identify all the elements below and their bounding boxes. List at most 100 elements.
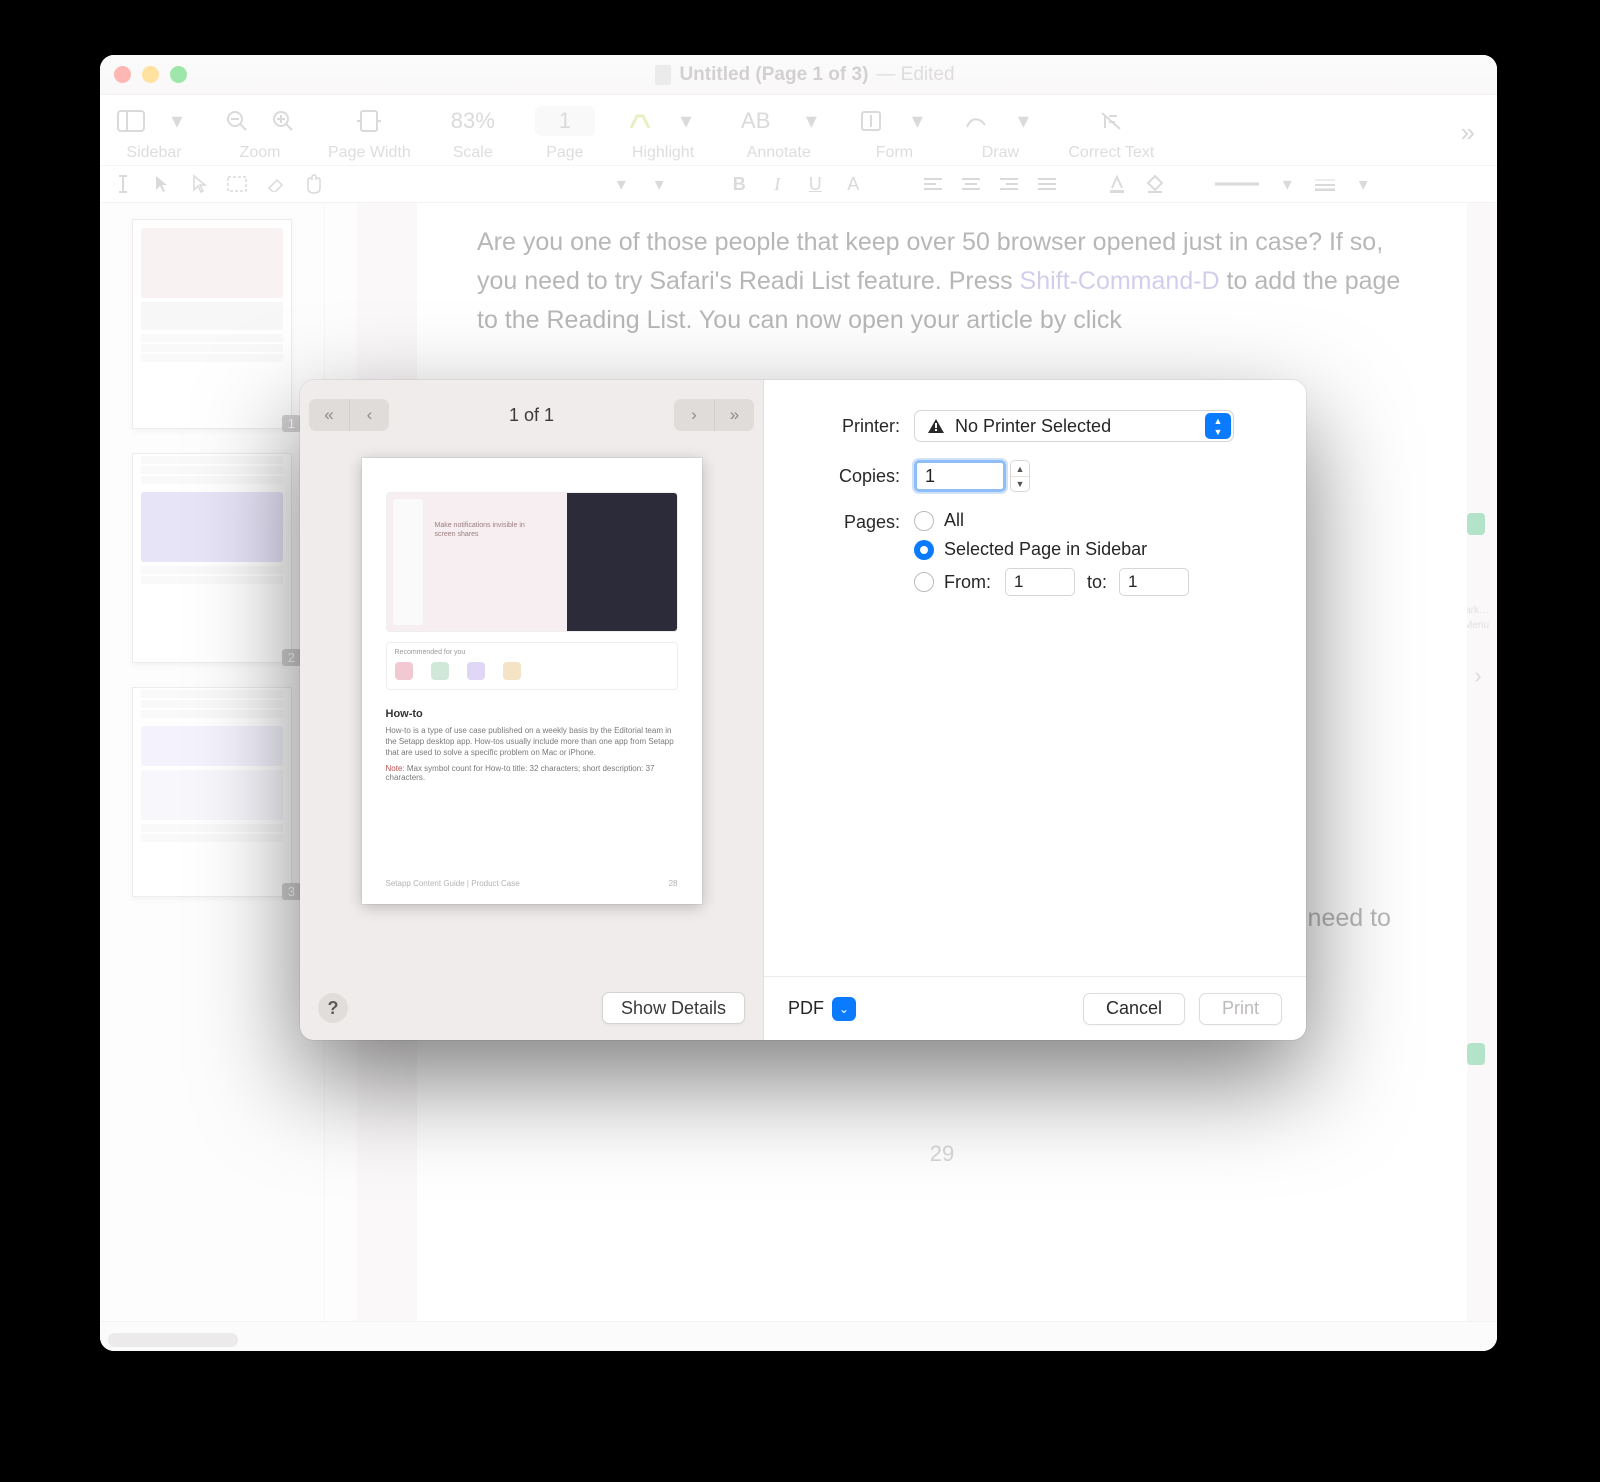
- thumb-pagenum: 3: [282, 883, 301, 900]
- pages-selected-option[interactable]: Selected Page in Sidebar: [914, 539, 1270, 560]
- cancel-button[interactable]: Cancel: [1083, 993, 1185, 1025]
- help-button[interactable]: ?: [318, 993, 348, 1023]
- print-preview-panel: « ‹ 1 of 1 › » Make notifications invisi…: [300, 380, 764, 1040]
- fullscreen-window-icon[interactable]: [170, 66, 187, 83]
- bold-icon[interactable]: B: [726, 171, 752, 197]
- annotate-label: Annotate: [747, 144, 811, 162]
- preview-page-indicator: 1 of 1: [509, 405, 554, 426]
- overflow-icon[interactable]: »: [1461, 117, 1481, 148]
- preview-footer: Setapp Content Guide | Product Case 28: [386, 879, 678, 888]
- correct-group[interactable]: Correct Text: [1068, 102, 1154, 162]
- radio-icon: [914, 572, 934, 592]
- document-icon: [655, 65, 671, 85]
- pagewidth-label: Page Width: [328, 144, 411, 162]
- font-icon[interactable]: A: [840, 171, 866, 197]
- pages-label: Pages:: [800, 510, 900, 533]
- form-group[interactable]: ▾ Form: [856, 102, 932, 162]
- eraser-icon[interactable]: [262, 171, 288, 197]
- pointer-outline-icon[interactable]: [186, 171, 212, 197]
- chevron-down-icon[interactable]: ▾: [1274, 171, 1300, 197]
- horizontal-scrollbar[interactable]: [108, 1333, 238, 1347]
- annotate-icon: AB: [731, 108, 780, 134]
- print-button[interactable]: Print: [1199, 993, 1282, 1025]
- zoom-in-icon[interactable]: [268, 106, 298, 136]
- correct-label: Correct Text: [1068, 144, 1154, 162]
- accent-marker: [1467, 1043, 1485, 1065]
- minimize-window-icon[interactable]: [142, 66, 159, 83]
- underline-icon[interactable]: U: [802, 171, 828, 197]
- zoom-out-icon[interactable]: [222, 106, 252, 136]
- pages-from-input[interactable]: [1005, 568, 1075, 596]
- sidebar-label: Sidebar: [126, 144, 181, 162]
- stepper-down-icon[interactable]: ▼: [1011, 476, 1029, 491]
- dropdown-icon[interactable]: ▾: [608, 171, 634, 197]
- preview-heading: How-to: [386, 708, 678, 720]
- format-toolbar: ▾ ▾ B I U A ▾ ▾: [100, 165, 1497, 203]
- title-text: Untitled (Page 1 of 3): [679, 64, 868, 86]
- prev-page-button[interactable]: ‹: [349, 399, 389, 431]
- pages-to-label: to:: [1087, 572, 1107, 593]
- thumb-pagenum: 2: [282, 649, 301, 666]
- pages-to-input[interactable]: [1119, 568, 1189, 596]
- next-page-button[interactable]: ›: [674, 399, 714, 431]
- chevron-down-icon: ▾: [671, 106, 701, 136]
- thumbnail-sidebar: 1 2 3: [100, 203, 325, 1351]
- preview-nav-forward: › »: [674, 399, 754, 431]
- zoom-label: Zoom: [240, 144, 281, 162]
- pages-from-label: From:: [944, 572, 991, 593]
- annotate-group[interactable]: AB▾ Annotate: [731, 102, 826, 162]
- fill-color-icon[interactable]: [1142, 171, 1168, 197]
- copies-stepper[interactable]: ▲ ▼: [1010, 460, 1030, 492]
- pagewidth-icon: [354, 106, 384, 136]
- sidebar-icon: [116, 106, 146, 136]
- dropdown-icon[interactable]: ▾: [646, 171, 672, 197]
- marquee-icon[interactable]: [224, 171, 250, 197]
- preview-nav-back: « ‹: [309, 399, 389, 431]
- line-style-icon[interactable]: [1212, 171, 1262, 197]
- pdf-menu[interactable]: PDF ⌄: [788, 997, 856, 1021]
- printer-select[interactable]: No Printer Selected ▲▼: [914, 410, 1234, 442]
- zoom-group[interactable]: Zoom: [222, 102, 298, 162]
- warning-icon: [927, 418, 945, 434]
- radio-icon: [914, 511, 934, 531]
- stepper-up-icon[interactable]: ▲: [1011, 461, 1029, 476]
- pointer-icon[interactable]: [148, 171, 174, 197]
- pagewidth-group[interactable]: Page Width: [328, 102, 411, 162]
- italic-icon[interactable]: I: [764, 171, 790, 197]
- first-page-button[interactable]: «: [309, 399, 349, 431]
- page-thumbnail[interactable]: 2: [132, 453, 292, 663]
- radio-checked-icon: [914, 540, 934, 560]
- draw-group[interactable]: ▾ Draw: [962, 102, 1038, 162]
- scale-group[interactable]: 83% Scale: [441, 102, 505, 162]
- copies-input[interactable]: [914, 460, 1006, 492]
- printer-value: No Printer Selected: [955, 416, 1111, 437]
- page-thumbnail[interactable]: 1: [132, 219, 292, 429]
- scroll-right-icon[interactable]: ›: [1465, 663, 1491, 689]
- correct-text-icon: [1096, 106, 1126, 136]
- text-cursor-icon[interactable]: [110, 171, 136, 197]
- highlight-label: Highlight: [632, 144, 694, 162]
- page-thumbnail[interactable]: 3: [132, 687, 292, 897]
- chevron-down-icon[interactable]: ▾: [1350, 171, 1376, 197]
- draw-label: Draw: [982, 144, 1019, 162]
- close-window-icon[interactable]: [114, 66, 131, 83]
- hand-icon[interactable]: [300, 171, 326, 197]
- align-right-icon[interactable]: [996, 171, 1022, 197]
- copies-label: Copies:: [800, 466, 900, 487]
- chevron-down-icon: ⌄: [832, 997, 856, 1021]
- body-text: Are you one of those people that keep ov…: [477, 223, 1407, 339]
- align-left-icon[interactable]: [920, 171, 946, 197]
- show-details-button[interactable]: Show Details: [602, 992, 745, 1024]
- pages-range-option[interactable]: From: to:: [914, 568, 1270, 596]
- shortcut-link[interactable]: Shift-Command-D: [1020, 267, 1220, 295]
- align-center-icon[interactable]: [958, 171, 984, 197]
- pages-all-option[interactable]: All: [914, 510, 1270, 531]
- line-width-icon[interactable]: [1312, 171, 1338, 197]
- highlight-group[interactable]: ▾ Highlight: [625, 102, 701, 162]
- page-value[interactable]: 1: [535, 106, 595, 136]
- text-color-icon[interactable]: [1104, 171, 1130, 197]
- last-page-button[interactable]: »: [714, 399, 754, 431]
- align-justify-icon[interactable]: [1034, 171, 1060, 197]
- sidebar-toggle[interactable]: ▾ Sidebar: [116, 102, 192, 162]
- page-group[interactable]: 1 Page: [535, 102, 595, 162]
